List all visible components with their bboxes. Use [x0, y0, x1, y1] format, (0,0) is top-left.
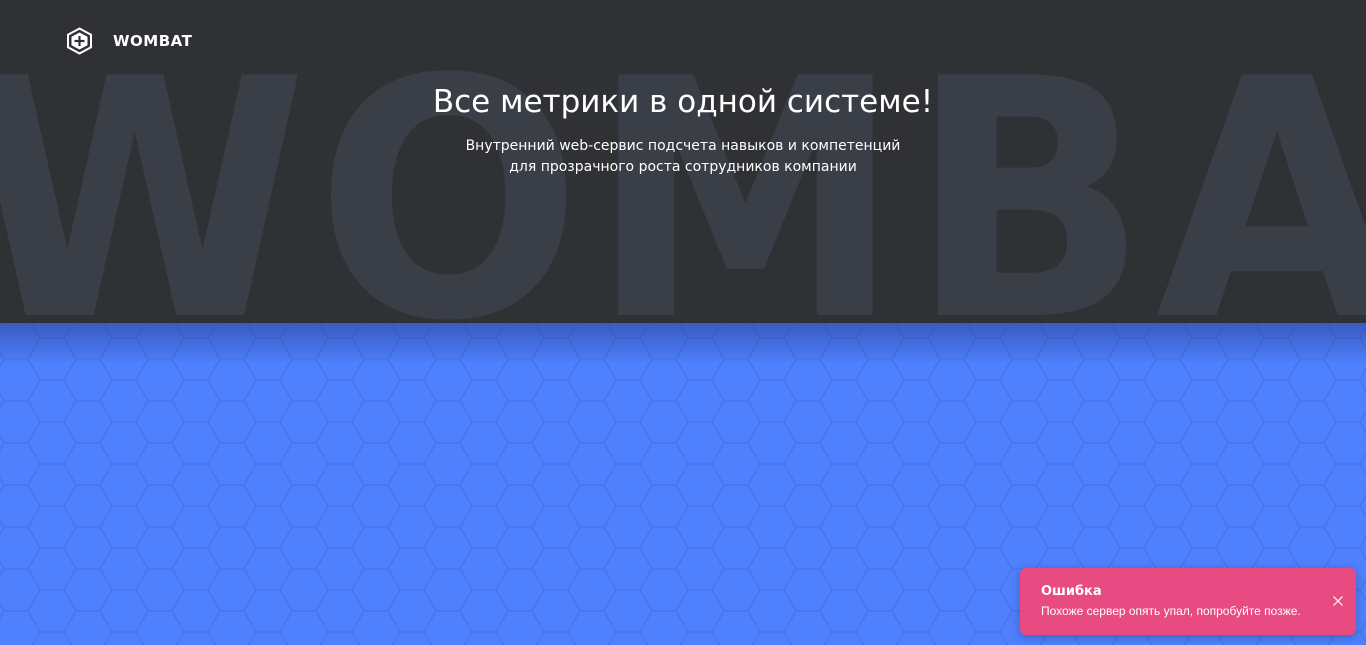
toast-message: Похоже сервер опять упал, попробуйте поз…	[1041, 604, 1301, 618]
hero-subtitle-line-2: для прозрачного роста сотрудников компан…	[509, 159, 857, 175]
close-icon[interactable]	[1332, 595, 1344, 607]
hero-title: Все метрики в одной системе!	[432, 84, 934, 120]
section-top-shadow	[0, 323, 1366, 365]
hero-section: WOMBAT WOMBAT Все метрики в одной систем…	[0, 0, 1366, 323]
brand-home-link[interactable]: WOMBAT	[66, 27, 192, 55]
hero-background-word: WOMBAT	[0, 9, 1366, 323]
landing-page: WOMBAT WOMBAT Все метрики в одной систем…	[0, 0, 1366, 645]
brand-name: WOMBAT	[113, 32, 193, 50]
hexagon-plus-icon	[67, 27, 92, 55]
toast-title: Ошибка	[1041, 584, 1102, 599]
hero-subtitle-line-1: Внутренний web-сервис подсчета навыков и…	[465, 138, 901, 154]
hero-subtitle: Внутренний web-сервис подсчета навыков и…	[0, 136, 1366, 178]
error-toast: Ошибка Похоже сервер опять упал, попробу…	[1020, 568, 1356, 635]
